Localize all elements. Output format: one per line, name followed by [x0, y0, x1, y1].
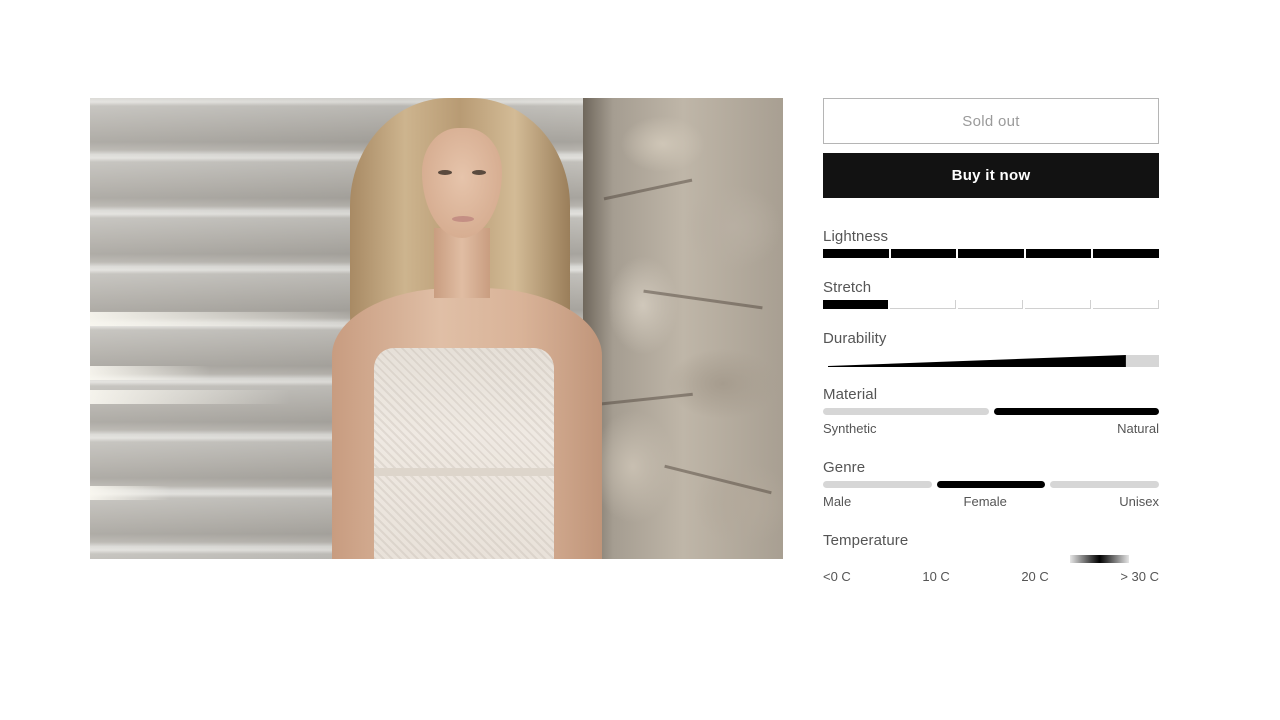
temperature-attribute: Temperature <0 C 10 C 20 C > 30 C	[823, 532, 1159, 584]
product-info-panel: Sold out Buy it now Lightness Stretch Du…	[823, 98, 1160, 584]
genre-option-label: Male	[823, 494, 852, 509]
temperature-tick: 10 C	[922, 569, 950, 584]
temperature-tick: <0 C	[823, 569, 851, 584]
stretch-label: Stretch	[823, 279, 872, 296]
temperature-range-gradient	[1070, 555, 1130, 563]
model-dress	[374, 348, 554, 559]
model-lips	[452, 216, 474, 222]
lightness-segment	[1025, 249, 1092, 258]
stretch-segment	[957, 300, 1024, 309]
temperature-meter	[823, 555, 1159, 565]
product-image	[90, 98, 783, 559]
model-neck	[434, 228, 490, 298]
genre-label: Genre	[823, 459, 866, 476]
model-eye	[472, 170, 486, 175]
material-option-labels: Synthetic Natural	[823, 421, 1159, 436]
lightness-segment	[958, 249, 1024, 258]
durability-meter	[823, 355, 1159, 367]
genre-option-male	[823, 481, 932, 488]
material-option-label: Natural	[1117, 421, 1159, 436]
model-eye	[438, 170, 452, 175]
material-option-synthetic	[823, 408, 989, 415]
sunlight-patch	[90, 366, 210, 380]
temperature-label: Temperature	[823, 532, 909, 549]
stone-wall	[583, 98, 783, 559]
sunlight-patch	[90, 390, 290, 404]
sunlight-patch	[90, 312, 350, 326]
lightness-segment	[823, 249, 889, 258]
genre-option-unisex	[1050, 481, 1160, 488]
durability-label: Durability	[823, 330, 887, 347]
lightness-segment	[890, 249, 957, 258]
sunlight-patch	[90, 486, 170, 500]
material-selector	[823, 408, 1159, 415]
material-attribute: Material Synthetic Natural	[823, 386, 1159, 436]
stretch-segment	[1093, 300, 1159, 309]
stretch-attribute: Stretch	[823, 279, 1159, 309]
sold-out-button[interactable]: Sold out	[823, 98, 1159, 144]
material-option-natural	[993, 408, 1159, 415]
durability-attribute: Durability	[823, 330, 1159, 367]
genre-selector	[823, 481, 1160, 488]
genre-option-label: Female	[963, 494, 1007, 509]
dress-waistband	[374, 468, 554, 476]
wall-crack	[664, 464, 772, 495]
genre-option-label: Unisex	[1119, 494, 1159, 509]
model-figure	[312, 98, 612, 559]
material-option-label: Synthetic	[823, 421, 877, 436]
genre-option-female	[936, 481, 1046, 488]
genre-attribute: Genre Male Female Unisex	[823, 459, 1160, 509]
genre-option-labels: Male Female Unisex	[823, 494, 1159, 509]
lightness-scale	[823, 249, 1159, 258]
stretch-segment	[1025, 300, 1092, 309]
lightness-segment	[1093, 249, 1159, 258]
stretch-segment	[889, 300, 956, 309]
wall-crack	[603, 178, 693, 201]
temperature-tick: > 30 C	[1120, 569, 1159, 584]
temperature-tick: 20 C	[1021, 569, 1049, 584]
buy-it-now-button[interactable]: Buy it now	[823, 153, 1159, 198]
temperature-tick-labels: <0 C 10 C 20 C > 30 C	[823, 569, 1159, 584]
material-label: Material	[823, 386, 878, 403]
stretch-segment	[823, 300, 888, 309]
stretch-scale	[823, 300, 1159, 309]
lightness-label: Lightness	[823, 228, 889, 245]
wall-crack	[643, 289, 763, 310]
durability-wedge	[828, 355, 1159, 367]
lightness-attribute: Lightness	[823, 228, 1159, 258]
